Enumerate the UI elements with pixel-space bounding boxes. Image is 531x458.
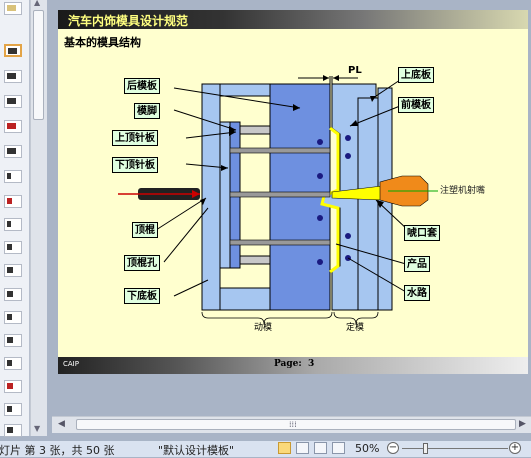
scroll-grip-icon: ⁞⁞⁞ xyxy=(289,420,297,429)
slideshow-view-icon[interactable] xyxy=(332,442,345,454)
pl-label: PL xyxy=(348,65,362,76)
mold-foot-block-bottom xyxy=(239,255,271,265)
label-sprue-bushing: 唬口套 xyxy=(404,225,440,241)
bottom-plate-shape xyxy=(201,83,221,311)
thumbnail-scrollbar[interactable]: ▲ ▼ xyxy=(30,0,47,436)
scroll-down-icon[interactable]: ▼ xyxy=(34,424,40,433)
slide-thumbnail[interactable] xyxy=(4,241,22,254)
ejector-pin-2 xyxy=(229,191,331,198)
waterway-dot xyxy=(317,215,323,221)
label-upper-ejector-plate: 上顶针板 xyxy=(112,130,158,146)
status-bar: 幻灯片 第 3 张，共 50 张 "默认设计模板" 50% − + xyxy=(0,440,531,457)
label-lower-ejector-plate: 下顶针板 xyxy=(112,157,158,173)
reading-view-icon[interactable] xyxy=(314,442,327,454)
slide-thumbnail[interactable] xyxy=(4,380,22,393)
slide-thumbnail[interactable] xyxy=(4,311,22,324)
zoom-out-icon[interactable]: − xyxy=(387,442,399,454)
label-waterway: 水路 xyxy=(404,285,430,301)
slide-thumbnail-selected[interactable] xyxy=(4,44,22,57)
slide-thumbnail[interactable] xyxy=(4,357,22,370)
label-front-plate: 前模板 xyxy=(398,97,434,113)
slide-thumbnail[interactable] xyxy=(4,403,22,416)
slide-thumbnail[interactable] xyxy=(4,2,22,15)
slide-thumbnail[interactable] xyxy=(4,120,22,133)
zoom-slider[interactable] xyxy=(402,448,508,449)
label-bottom-plate: 下底板 xyxy=(124,288,160,304)
slide-thumbnail[interactable] xyxy=(4,424,22,437)
zoom-slider-knob[interactable] xyxy=(423,443,428,454)
ejector-pin-1 xyxy=(229,147,331,154)
scroll-right-icon[interactable]: ▶ xyxy=(519,419,526,429)
label-product: 产品 xyxy=(404,256,430,272)
upper-ejector-plate-shape xyxy=(219,121,231,269)
waterway-dot xyxy=(317,259,323,265)
ejector-pin-3 xyxy=(229,239,331,246)
label-mold-foot: 模脚 xyxy=(134,103,160,119)
mold-foot-top-shape xyxy=(219,83,271,97)
slide-thumbnail[interactable] xyxy=(4,288,22,301)
footer-page-number: 3 xyxy=(308,359,315,369)
scroll-left-icon[interactable]: ◀ xyxy=(58,419,65,429)
waterway-dot xyxy=(317,139,323,145)
slide-thumbnail-panel[interactable] xyxy=(0,0,30,437)
zoom-level[interactable]: 50% xyxy=(355,442,379,455)
slide-thumbnail[interactable] xyxy=(4,195,22,208)
waterway-dot xyxy=(317,173,323,179)
label-ejector-rod-hole: 顶棍孔 xyxy=(124,255,160,271)
slide-thumbnail[interactable] xyxy=(4,70,22,83)
slide-canvas[interactable]: 汽车内饰模具设计规范 基本的模具结构 后模板 模脚 上顶针板 下顶针板 顶棍 顶… xyxy=(58,10,528,374)
slide-sorter-view-icon[interactable] xyxy=(296,442,309,454)
moving-mold-label: 动模 xyxy=(254,323,273,333)
slide-thumbnail[interactable] xyxy=(4,170,22,183)
waterway-dot xyxy=(345,135,351,141)
fixed-mold-label: 定模 xyxy=(346,323,365,333)
nozzle-note: 注塑机射嘴 xyxy=(440,186,486,196)
horizontal-scrollbar[interactable]: ◀ ⁞⁞⁞ ▶ xyxy=(52,416,531,433)
scrollbar-thumb[interactable] xyxy=(33,10,44,120)
footer-logo: CAIP xyxy=(63,360,79,368)
waterway-dot xyxy=(345,153,351,159)
normal-view-icon[interactable] xyxy=(278,442,291,454)
label-top-plate: 上底板 xyxy=(398,67,434,83)
mold-foot-bottom-shape xyxy=(219,287,271,311)
scroll-up-icon[interactable]: ▲ xyxy=(34,0,40,7)
slide-footer: CAIP Page: 3 xyxy=(58,357,528,374)
horizontal-scrollbar-thumb[interactable]: ⁞⁞⁞ xyxy=(76,419,516,430)
footer-page-label: Page: xyxy=(274,359,302,369)
slide-thumbnail[interactable] xyxy=(4,145,22,158)
slide-thumbnail[interactable] xyxy=(4,264,22,277)
label-rear-plate: 后模板 xyxy=(124,78,160,94)
label-ejector-rod: 顶棍 xyxy=(132,222,158,238)
mold-foot-block-top xyxy=(239,125,271,135)
waterway-dot xyxy=(345,233,351,239)
slide-thumbnail[interactable] xyxy=(4,218,22,231)
zoom-in-icon[interactable]: + xyxy=(509,442,521,454)
top-plate-shape xyxy=(357,97,379,311)
slide-thumbnail[interactable] xyxy=(4,95,22,108)
slide-thumbnail[interactable] xyxy=(4,334,22,347)
